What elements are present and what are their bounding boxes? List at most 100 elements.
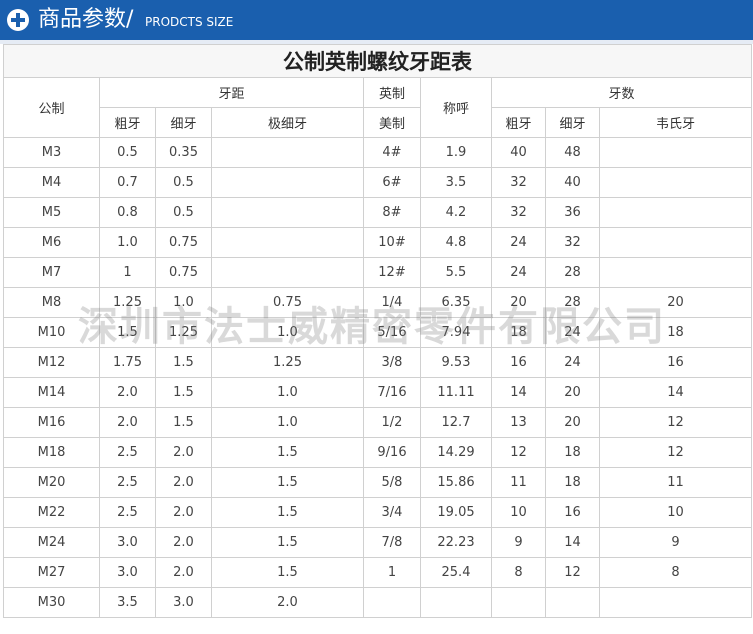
cell-whitworth: 10 (598, 497, 753, 528)
plus-circle-icon (7, 9, 29, 31)
cell-tpi-coarse: 40 (491, 137, 546, 168)
cell-tpi-fine: 40 (545, 167, 600, 198)
cell-extra-fine: 1.0 (211, 317, 364, 348)
header-us: 美制 (363, 107, 421, 138)
cell-metric: M4 (3, 167, 100, 198)
cell-metric: M14 (3, 377, 100, 408)
thread-pitch-table: 公制英制螺纹牙距表 公制 牙距 英制 称呼 牙数 粗牙 细牙 极细牙 美制 粗牙… (2, 44, 753, 618)
header-imperial: 英制 (363, 77, 421, 108)
cell-whitworth: 14 (598, 377, 753, 408)
cell-coarse: 1.75 (99, 347, 156, 378)
cell-coarse: 3.0 (99, 527, 156, 558)
cell-imperial: 3/4 (363, 497, 421, 528)
cell-tpi-coarse: 32 (491, 167, 546, 198)
cell-fine: 2.0 (155, 467, 212, 498)
cell-tpi-fine: 24 (545, 317, 600, 348)
cell-extra-fine (211, 197, 364, 228)
table-row: M4 0.7 0.5 6# 3.5 32 40 (3, 167, 753, 198)
cell-coarse: 3.5 (99, 587, 156, 618)
cell-fine: 1.5 (155, 377, 212, 408)
table-row: M3 0.5 0.35 4# 1.9 40 48 (3, 137, 753, 168)
cell-nominal: 11.11 (420, 377, 492, 408)
cell-tpi-fine: 24 (545, 347, 600, 378)
header-metric: 公制 (3, 77, 100, 138)
cell-extra-fine: 1.25 (211, 347, 364, 378)
cell-metric: M16 (3, 407, 100, 438)
cell-nominal: 4.2 (420, 197, 492, 228)
cell-coarse: 2.0 (99, 377, 156, 408)
cell-whitworth (598, 167, 753, 198)
cell-tpi-fine: 14 (545, 527, 600, 558)
cell-tpi-fine: 12 (545, 557, 600, 588)
table-row: M8 1.25 1.0 0.75 1/4 6.35 20 28 20 (3, 287, 753, 318)
cell-fine: 2.0 (155, 437, 212, 468)
table-title: 公制英制螺纹牙距表 (2, 44, 753, 78)
cell-nominal: 22.23 (420, 527, 492, 558)
cell-nominal: 7.94 (420, 317, 492, 348)
cell-extra-fine: 1.0 (211, 407, 364, 438)
cell-nominal: 12.7 (420, 407, 492, 438)
cell-whitworth (598, 227, 753, 258)
cell-metric: M20 (3, 467, 100, 498)
header-extra-fine: 极细牙 (211, 107, 364, 138)
cell-metric: M22 (3, 497, 100, 528)
cell-fine: 1.25 (155, 317, 212, 348)
cell-extra-fine: 1.5 (211, 467, 364, 498)
cell-tpi-fine: 16 (545, 497, 600, 528)
cell-fine: 1.0 (155, 287, 212, 318)
cell-nominal: 14.29 (420, 437, 492, 468)
cell-tpi-coarse: 10 (491, 497, 546, 528)
cell-imperial: 7/16 (363, 377, 421, 408)
cell-extra-fine: 2.0 (211, 587, 364, 618)
cell-tpi-coarse: 32 (491, 197, 546, 228)
cell-nominal: 9.53 (420, 347, 492, 378)
cell-whitworth: 9 (598, 527, 753, 558)
table-row: M30 3.5 3.0 2.0 (3, 587, 753, 618)
cell-coarse: 1.25 (99, 287, 156, 318)
cell-imperial: 9/16 (363, 437, 421, 468)
cell-tpi-coarse: 24 (491, 227, 546, 258)
header-pitch: 牙距 (99, 77, 364, 108)
cell-tpi-coarse: 13 (491, 407, 546, 438)
cell-tpi-fine: 18 (545, 467, 600, 498)
cell-whitworth: 12 (598, 437, 753, 468)
cell-tpi-coarse: 24 (491, 257, 546, 288)
cell-imperial: 8# (363, 197, 421, 228)
table-row: M10 1.5 1.25 1.0 5/16 7.94 18 24 18 (3, 317, 753, 348)
cell-metric: M3 (3, 137, 100, 168)
cell-extra-fine: 1.5 (211, 557, 364, 588)
cell-coarse: 1.0 (99, 227, 156, 258)
cell-tpi-coarse (491, 587, 546, 618)
cell-imperial (363, 587, 421, 618)
cell-nominal: 19.05 (420, 497, 492, 528)
cell-nominal: 4.8 (420, 227, 492, 258)
cell-tpi-coarse: 12 (491, 437, 546, 468)
table-row: M27 3.0 2.0 1.5 1 25.4 8 12 8 (3, 557, 753, 588)
cell-extra-fine (211, 227, 364, 258)
cell-imperial: 1 (363, 557, 421, 588)
cell-nominal: 1.9 (420, 137, 492, 168)
thread-pitch-table-wrap: 公制英制螺纹牙距表 公制 牙距 英制 称呼 牙数 粗牙 细牙 极细牙 美制 粗牙… (2, 44, 753, 618)
cell-imperial: 7/8 (363, 527, 421, 558)
cell-tpi-fine: 18 (545, 437, 600, 468)
cell-coarse: 1 (99, 257, 156, 288)
cell-coarse: 2.5 (99, 467, 156, 498)
cell-imperial: 4# (363, 137, 421, 168)
cell-fine: 0.5 (155, 197, 212, 228)
cell-tpi-fine (545, 587, 600, 618)
cell-whitworth: 18 (598, 317, 753, 348)
table-row: M20 2.5 2.0 1.5 5/8 15.86 11 18 11 (3, 467, 753, 498)
cell-fine: 0.75 (155, 257, 212, 288)
header-nominal: 称呼 (420, 77, 492, 138)
cell-tpi-fine: 36 (545, 197, 600, 228)
cell-tpi-coarse: 8 (491, 557, 546, 588)
header-subtitle: PRODCTS SIZE (145, 15, 234, 29)
table-row: M5 0.8 0.5 8# 4.2 32 36 (3, 197, 753, 228)
cell-fine: 0.35 (155, 137, 212, 168)
cell-fine: 0.75 (155, 227, 212, 258)
cell-coarse: 2.0 (99, 407, 156, 438)
cell-fine: 2.0 (155, 497, 212, 528)
cell-fine: 2.0 (155, 557, 212, 588)
cell-tpi-fine: 28 (545, 257, 600, 288)
table-row: M14 2.0 1.5 1.0 7/16 11.11 14 20 14 (3, 377, 753, 408)
